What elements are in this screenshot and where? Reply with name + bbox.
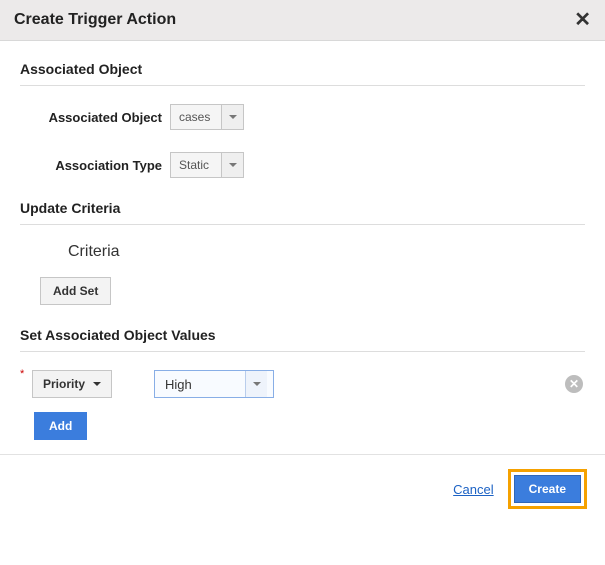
label-association-type: Association Type: [20, 158, 170, 173]
section-update-criteria: Update Criteria: [20, 200, 585, 216]
add-set-button[interactable]: Add Set: [40, 277, 111, 305]
chevron-down-icon: [221, 153, 243, 177]
close-icon[interactable]: ✕: [574, 10, 591, 30]
select-association-type-value: Static: [171, 153, 221, 177]
select-associated-object[interactable]: cases: [170, 104, 244, 130]
chevron-down-icon: [93, 382, 101, 386]
divider: [20, 351, 585, 352]
chevron-down-icon: [245, 371, 267, 397]
row-associated-object: Associated Object cases: [20, 104, 585, 130]
section-set-values: Set Associated Object Values: [20, 327, 585, 343]
add-button[interactable]: Add: [34, 412, 87, 440]
divider: [20, 224, 585, 225]
dialog-header: Create Trigger Action ✕: [0, 0, 605, 41]
cancel-link[interactable]: Cancel: [453, 482, 493, 497]
section-associated-object: Associated Object: [20, 61, 585, 77]
divider: [20, 85, 585, 86]
row-association-type: Association Type Static: [20, 152, 585, 178]
select-priority-value[interactable]: High: [154, 370, 274, 398]
field-selector-button[interactable]: Priority: [32, 370, 112, 398]
chevron-down-icon: [221, 105, 243, 129]
create-button[interactable]: Create: [514, 475, 581, 503]
select-priority-value-text: High: [155, 371, 245, 397]
remove-row-button[interactable]: ✕: [565, 375, 583, 393]
dialog-footer: Cancel Create: [0, 454, 605, 523]
dialog-body: Associated Object Associated Object case…: [0, 41, 605, 454]
field-selector-label: Priority: [43, 377, 85, 391]
close-icon: ✕: [569, 377, 579, 391]
create-highlight: Create: [508, 469, 587, 509]
dialog-title: Create Trigger Action: [14, 11, 176, 29]
select-associated-object-value: cases: [171, 105, 221, 129]
value-row: * Priority High ✕: [20, 370, 585, 398]
select-association-type[interactable]: Static: [170, 152, 244, 178]
label-associated-object: Associated Object: [20, 110, 170, 125]
criteria-heading: Criteria: [68, 243, 585, 261]
required-indicator: *: [20, 368, 32, 380]
